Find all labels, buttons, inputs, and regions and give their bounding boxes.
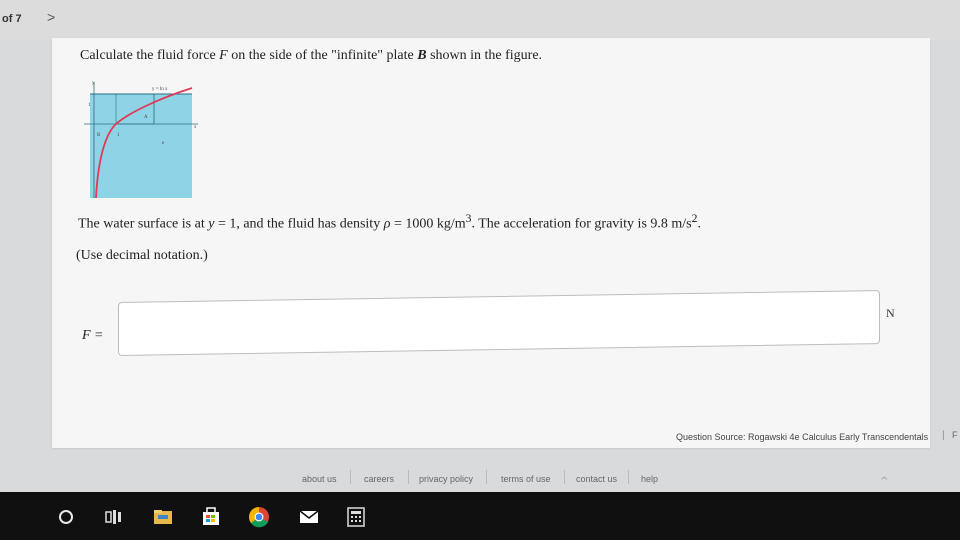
windows-taskbar [0, 492, 960, 540]
footer-separator [350, 470, 351, 484]
water-region [90, 94, 192, 198]
source-trailing-text: F [952, 430, 958, 440]
tray-chevron-icon[interactable]: ^ [880, 476, 888, 487]
footer-link-terms-of-use[interactable]: terms of use [501, 474, 551, 484]
question-prompt: Calculate the fluid force F on the side … [80, 48, 543, 63]
file-explorer-icon[interactable] [152, 506, 174, 528]
water-surface-text: The water surface is at y = 1, and the f… [78, 212, 701, 232]
store-icon[interactable] [200, 506, 222, 528]
mail-icon[interactable] [298, 506, 320, 528]
curve-label: y = ln x [152, 87, 168, 92]
footer-link-help[interactable]: help [641, 474, 658, 484]
footer-link-privacy-policy[interactable]: privacy policy [419, 474, 473, 484]
answer-unit: N [886, 306, 895, 320]
page-counter: of 7 [2, 13, 22, 25]
next-question-arrow[interactable]: > [47, 9, 55, 25]
footer-link-careers[interactable]: careers [364, 474, 394, 484]
source-separator: | [942, 430, 945, 441]
top-navigation-bar: of 7 > [0, 0, 960, 40]
y-axis-label: y [92, 81, 95, 86]
footer-link-about-us[interactable]: about us [302, 474, 337, 484]
cortana-circle-icon[interactable] [55, 506, 77, 528]
footer-separator [564, 470, 565, 484]
task-view-icon[interactable] [103, 506, 125, 528]
calculator-icon[interactable] [345, 506, 367, 528]
chrome-icon[interactable] [248, 506, 270, 528]
region-a-label: A [144, 115, 148, 120]
notation-hint: (Use decimal notation.) [76, 248, 208, 263]
footer-separator [486, 470, 487, 484]
question-source: Question Source: Rogawski 4e Calculus Ea… [676, 432, 929, 442]
plate-figure: y = ln x y x 1 1 e A B [84, 81, 198, 198]
footer-separator [628, 470, 629, 484]
answer-label: F = [82, 328, 104, 343]
footer-link-contact-us[interactable]: contact us [576, 474, 617, 484]
footer-links: about us careers privacy policy terms of… [300, 462, 680, 484]
footer-separator [408, 470, 409, 484]
x-axis-label: x [194, 125, 197, 130]
